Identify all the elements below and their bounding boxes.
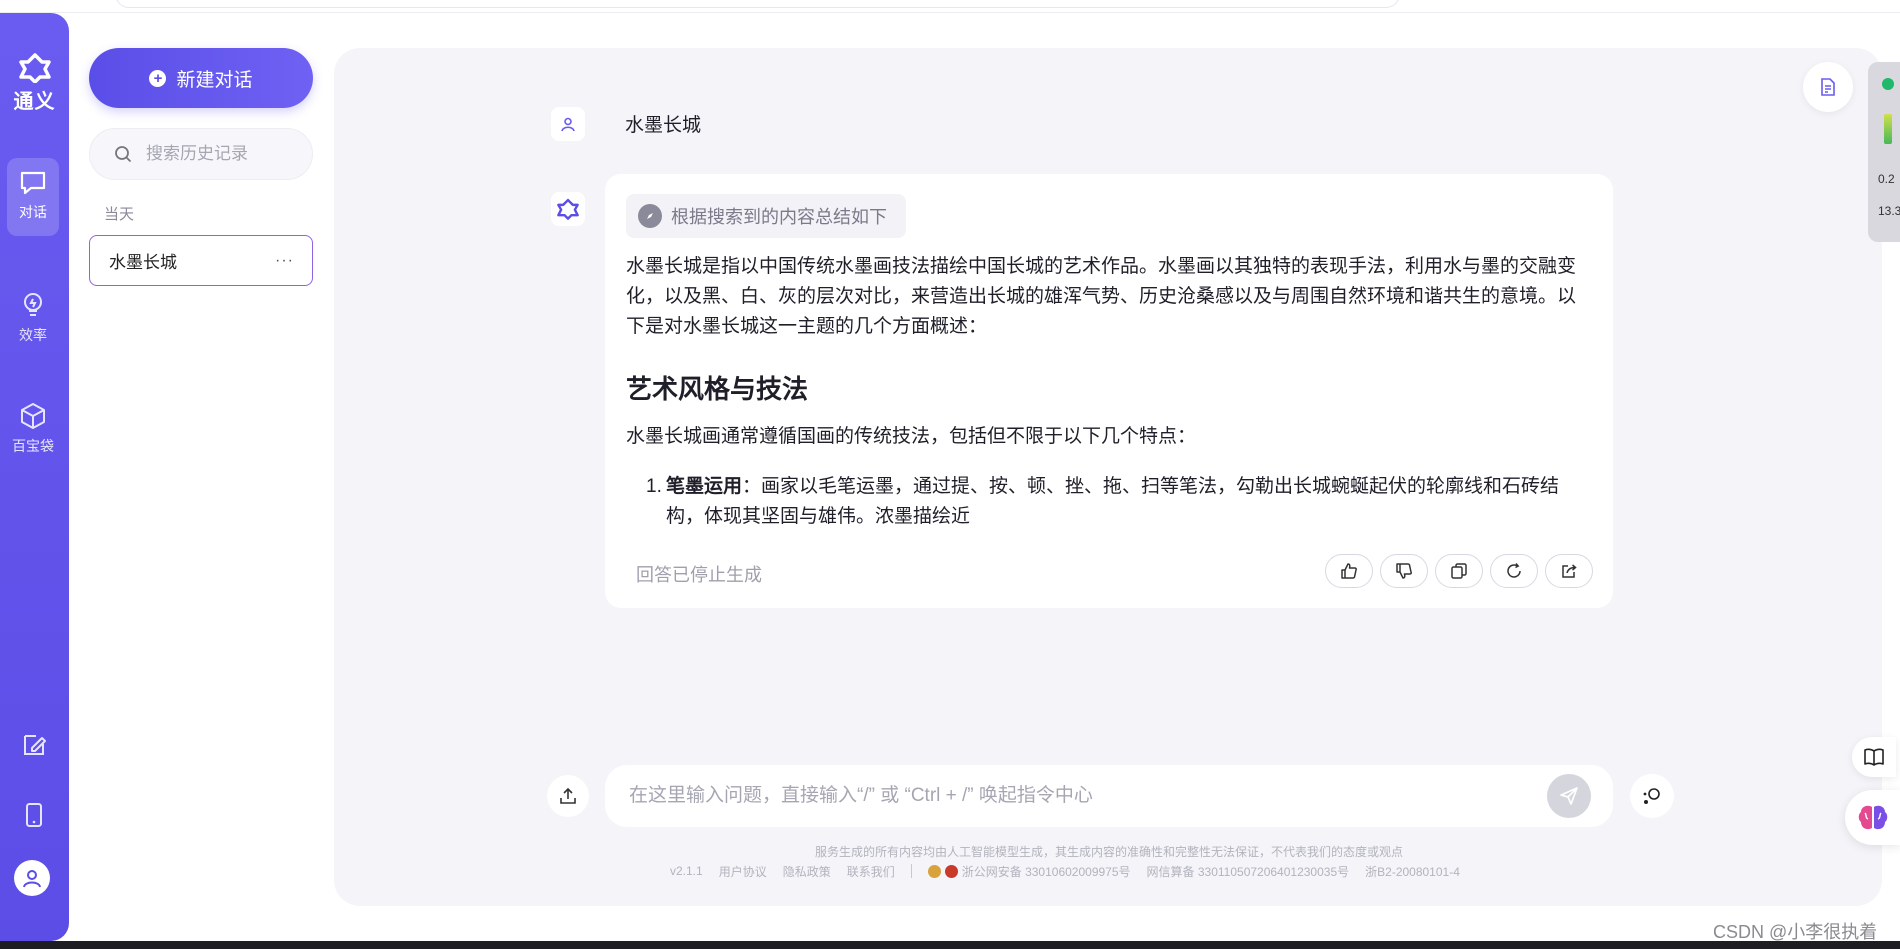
nav-toolbox[interactable]: 百宝袋 — [7, 390, 59, 468]
history-search-input[interactable] — [146, 144, 296, 164]
nav-chat-label: 对话 — [19, 204, 47, 220]
history-item-title: 水墨长城 — [109, 253, 177, 272]
page-footer: v2.1.1 用户协议 隐私政策 联系我们 浙公网安备 330106020099… — [670, 863, 1460, 879]
browser-top-strip — [0, 0, 1900, 13]
thumbs-down-icon — [1396, 563, 1412, 579]
icp2-link[interactable]: 浙B2-20080101-4 — [1365, 863, 1460, 880]
list-item-number: 1. — [646, 476, 662, 497]
upload-icon — [560, 787, 576, 804]
document-button[interactable] — [1803, 62, 1853, 112]
tongyi-logo-icon — [18, 53, 51, 83]
status-dot — [1882, 78, 1894, 90]
history-item[interactable]: 水墨长城 ··· — [89, 235, 313, 286]
lightbulb-icon — [24, 293, 42, 316]
answer-actions — [1325, 554, 1593, 588]
assistant-answer-card: 根据搜索到的内容总结如下 水墨长城是指以中国传统水墨画技法描绘中国长城的艺术作品… — [605, 174, 1613, 608]
copy-icon — [1451, 563, 1467, 579]
share-icon — [1562, 564, 1577, 578]
generation-status: 回答已停止生成 — [636, 565, 762, 585]
instruction-center-button[interactable] — [1630, 774, 1674, 818]
plus-icon: + — [149, 69, 167, 87]
user-message: 水墨长城 — [625, 115, 702, 136]
version-label: v2.1.1 — [670, 864, 703, 878]
like-button[interactable] — [1325, 554, 1373, 588]
history-section-label: 当天 — [104, 206, 135, 223]
search-summary-tag[interactable]: 根据搜索到的内容总结如下 — [626, 194, 906, 238]
nav-toolbox-label: 百宝袋 — [12, 438, 54, 454]
contact-us-link[interactable]: 联系我们 — [847, 863, 895, 880]
ai-disclaimer: 服务生成的所有内容均由人工智能模型生成，其生成内容的准确性和完整性无法保证，不代… — [814, 845, 1403, 859]
app-rail: 通义 对话 效率 百宝袋 — [0, 13, 69, 941]
tongyi-logo-icon — [557, 198, 579, 220]
level-bar — [1884, 114, 1892, 144]
app-logo[interactable]: 通义 — [0, 53, 69, 114]
list-item: 1. 笔墨运用：画家以毛笔运墨，通过提、按、顿、挫、拖、扫等笔法，勾勒出长城蜿蜒… — [646, 472, 1594, 532]
beian-link[interactable]: 浙公网安备 33010602009975号 — [927, 863, 1131, 880]
divider — [910, 864, 912, 878]
nav-efficiency[interactable]: 效率 — [7, 279, 59, 357]
edit-note-icon[interactable] — [20, 731, 48, 759]
document-icon — [1821, 78, 1835, 96]
network-speed-widget: 0.2 13.3 — [1868, 62, 1900, 242]
answer-intro: 水墨长城是指以中国传统水墨画技法描绘中国长城的艺术作品。水墨画以其独特的表现手法… — [626, 256, 1577, 337]
upload-button[interactable] — [547, 775, 589, 817]
icp-link[interactable]: 网信算备 330110507206401230035号 — [1147, 863, 1350, 880]
search-summary-label: 根据搜索到的内容总结如下 — [671, 207, 887, 227]
user-message-avatar — [551, 107, 585, 141]
new-chat-button[interactable]: + 新建对话 — [89, 48, 313, 108]
new-chat-label: 新建对话 — [176, 69, 253, 91]
message-composer — [605, 765, 1613, 827]
privacy-policy-link[interactable]: 隐私政策 — [783, 863, 831, 880]
bottom-edge — [0, 941, 1900, 949]
chat-icon — [20, 171, 46, 195]
police-emblem-icon — [927, 864, 941, 878]
history-search[interactable] — [89, 128, 313, 180]
send-icon — [1560, 787, 1578, 805]
thumbs-up-icon — [1341, 563, 1357, 579]
download-speed: 13.3 — [1878, 204, 1900, 218]
app-logo-text: 通义 — [13, 91, 56, 113]
user-avatar-button[interactable] — [14, 860, 50, 896]
answer-heading: 艺术风格与技法 — [626, 374, 809, 404]
user-icon — [23, 870, 41, 888]
emblem-icon — [944, 864, 958, 878]
assistant-avatar — [551, 192, 585, 226]
more-options-icon[interactable]: ··· — [275, 252, 294, 270]
box-icon — [21, 403, 45, 429]
nav-efficiency-label: 效率 — [19, 327, 47, 343]
user-icon — [561, 117, 575, 132]
regenerate-button[interactable] — [1490, 554, 1538, 588]
answer-list: 1. 笔墨运用：画家以毛笔运墨，通过提、按、顿、挫、拖、扫等笔法，勾勒出长城蜿蜒… — [646, 472, 1594, 532]
message-input[interactable] — [629, 783, 1529, 809]
copy-button[interactable] — [1435, 554, 1483, 588]
share-button[interactable] — [1545, 554, 1593, 588]
reading-button[interactable] — [1852, 737, 1896, 777]
command-icon — [1643, 788, 1660, 804]
send-button[interactable] — [1547, 774, 1591, 818]
mobile-icon[interactable] — [20, 801, 48, 829]
list-item-text: ：画家以毛笔运墨，通过提、按、顿、挫、拖、扫等笔法，勾勒出长城蜿蜒起伏的轮廓线和… — [666, 476, 1560, 527]
address-bar-edge — [115, 0, 1400, 8]
book-icon — [1864, 748, 1884, 766]
search-icon — [115, 146, 132, 163]
brain-icon — [1858, 805, 1887, 829]
compass-icon — [638, 204, 662, 228]
ai-assistant-button[interactable] — [1845, 790, 1900, 845]
user-agreement-link[interactable]: 用户协议 — [719, 863, 767, 880]
refresh-icon — [1507, 563, 1521, 578]
answer-lead: 水墨长城画通常遵循国画的传统技法，包括但不限于以下几个特点： — [626, 426, 1197, 447]
dislike-button[interactable] — [1380, 554, 1428, 588]
list-item-term: 笔墨运用 — [666, 476, 743, 497]
upload-speed: 0.2 — [1878, 172, 1895, 186]
nav-chat[interactable]: 对话 — [7, 158, 59, 236]
